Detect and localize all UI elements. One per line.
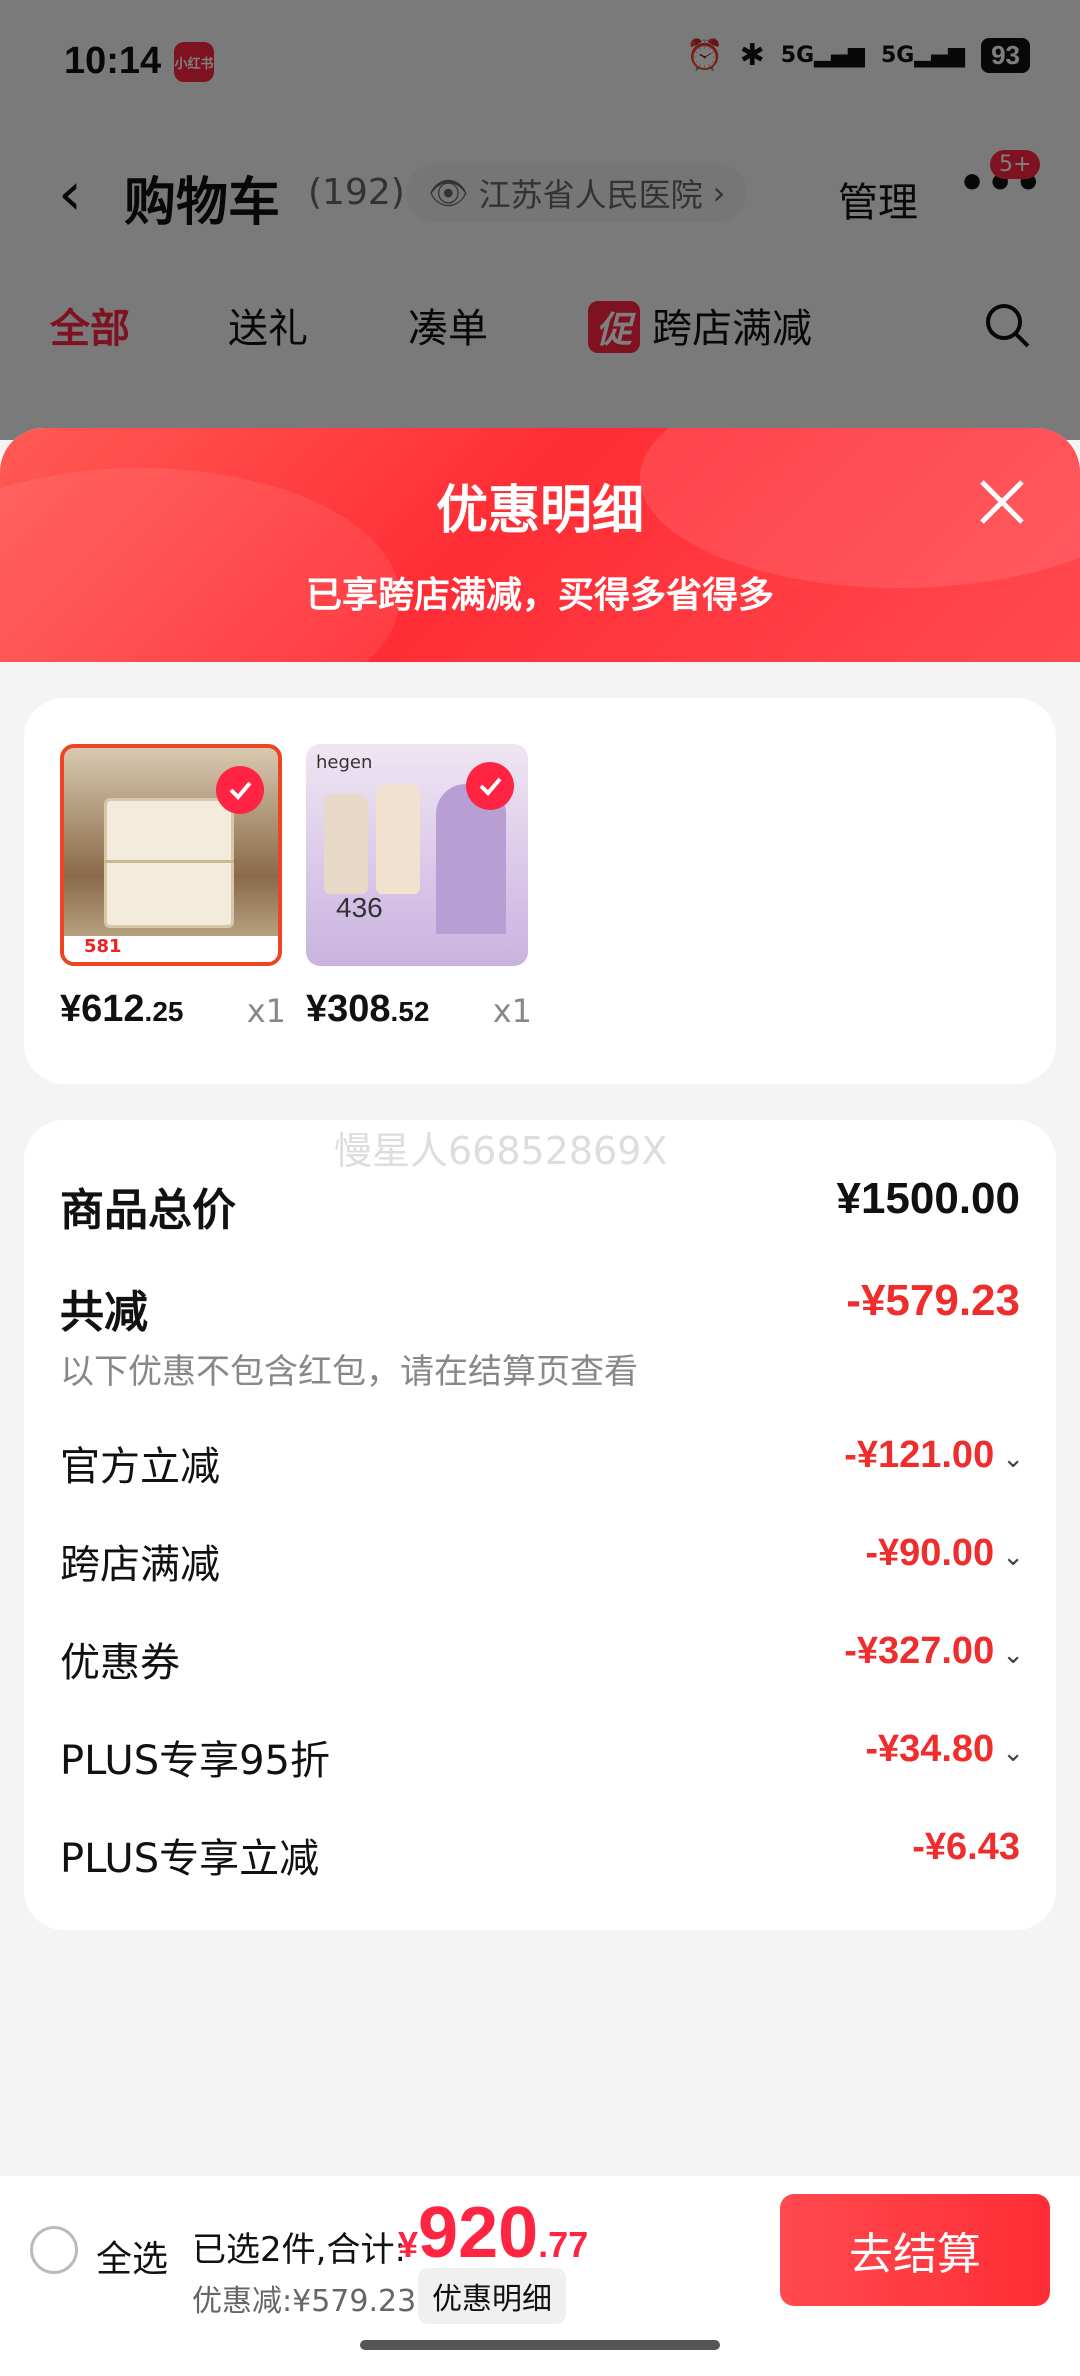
chevron-down-icon[interactable]: ⌄ xyxy=(1002,1443,1024,1473)
discount-detail-button[interactable]: 优惠明细 xyxy=(418,2268,566,2324)
product-price: ¥612.25 xyxy=(60,988,184,1030)
watermark: 慢星人66852869X xyxy=(334,1129,668,1173)
discount-row[interactable]: 官方立减 -¥121.00 ⌄ xyxy=(60,1434,1024,1490)
sheet-header: 优惠明细 已享跨店满减，买得多省得多 xyxy=(0,428,1080,728)
discount-row[interactable]: 跨店满减 -¥90.00 ⌄ xyxy=(60,1532,1024,1588)
products-card: 581 ¥612.25 x1 hegen 436 ¥308.52 x1 xyxy=(24,698,1056,1084)
select-all-radio[interactable] xyxy=(30,2226,78,2274)
discount-value: -¥6.43 xyxy=(912,1826,1020,1868)
total-price-value: ¥1500.00 xyxy=(836,1174,1020,1223)
total-price-row: 商品总价 ¥1500.00 xyxy=(60,1174,1020,1236)
chevron-down-icon[interactable]: ⌄ xyxy=(1002,1737,1024,1767)
discount-detail-sheet: 优惠明细 已享跨店满减，买得多省得多 581 ¥612.25 x1 hegen … xyxy=(0,428,1080,2376)
product-item[interactable]: 581 ¥612.25 x1 xyxy=(60,744,286,1030)
checkmark-icon xyxy=(466,762,514,810)
close-icon[interactable] xyxy=(974,474,1030,530)
discount-note-text: 以下优惠不包含红包，请在结算页查看 xyxy=(60,1352,638,1392)
discount-value: -¥34.80 ⌄ xyxy=(865,1728,1024,1770)
product-promo-price: 436 xyxy=(336,892,383,923)
discount-label: 跨店满减 xyxy=(60,1542,220,1588)
discount-label: PLUS专享95折 xyxy=(60,1738,330,1784)
discount-row: PLUS专享立减 -¥6.43 xyxy=(60,1826,1020,1882)
home-indicator[interactable] xyxy=(360,2340,720,2350)
total-price-label: 商品总价 xyxy=(60,1185,236,1236)
product-quantity: x1 xyxy=(246,992,286,1030)
discount-row[interactable]: 优惠券 -¥327.00 ⌄ xyxy=(60,1630,1024,1686)
total-price: ¥920.77 xyxy=(398,2193,589,2273)
brand-logo: hegen xyxy=(316,752,373,773)
checkmark-icon xyxy=(216,766,264,814)
checkout-button[interactable]: 去结算 xyxy=(780,2194,1050,2306)
total-reduce-label: 共减 xyxy=(60,1287,148,1338)
discount-label: 优惠券 xyxy=(60,1640,180,1686)
discount-row[interactable]: PLUS专享95折 -¥34.80 ⌄ xyxy=(60,1728,1024,1784)
product-thumbnail[interactable]: hegen 436 xyxy=(306,744,528,966)
product-price: ¥308.52 xyxy=(306,988,430,1030)
discount-note: 以下优惠不包含红包，请在结算页查看 xyxy=(60,1344,1020,1392)
selected-summary: 已选2件,合计: xyxy=(192,2230,406,2270)
cart-page-background: 10:14 小红书 ⏰ ✱ 5G▂▄▆ 5G▂▄▆ 93 ‹ 购物车 (192)… xyxy=(0,0,1080,440)
chevron-down-icon[interactable]: ⌄ xyxy=(1002,1541,1024,1571)
dim-overlay xyxy=(0,0,1080,440)
total-reduce-row: 共减 -¥579.23 xyxy=(60,1276,1020,1338)
discount-summary-card: 慢星人66852869X 商品总价 ¥1500.00 共减 -¥579.23 以… xyxy=(24,1120,1056,1930)
discount-value: -¥121.00 ⌄ xyxy=(844,1434,1024,1476)
discount-value: -¥327.00 ⌄ xyxy=(844,1630,1024,1672)
product-promo-price: 581 xyxy=(64,936,278,962)
total-reduce-value: -¥579.23 xyxy=(846,1276,1020,1325)
product-thumbnail[interactable]: 581 xyxy=(60,744,282,966)
discount-amount: 优惠减:¥579.23 xyxy=(192,2284,417,2319)
sheet-title: 优惠明细 xyxy=(435,481,644,541)
product-quantity: x1 xyxy=(492,992,532,1030)
select-all-label[interactable]: 全选 xyxy=(96,2230,168,2282)
sheet-subtitle: 已享跨店满减，买得多省得多 xyxy=(305,575,774,616)
product-item[interactable]: hegen 436 ¥308.52 x1 xyxy=(306,744,532,1030)
discount-value: -¥90.00 ⌄ xyxy=(865,1532,1024,1574)
discount-label: 官方立减 xyxy=(60,1444,220,1490)
discount-label: PLUS专享立减 xyxy=(60,1836,320,1882)
chevron-down-icon[interactable]: ⌄ xyxy=(1002,1639,1024,1669)
